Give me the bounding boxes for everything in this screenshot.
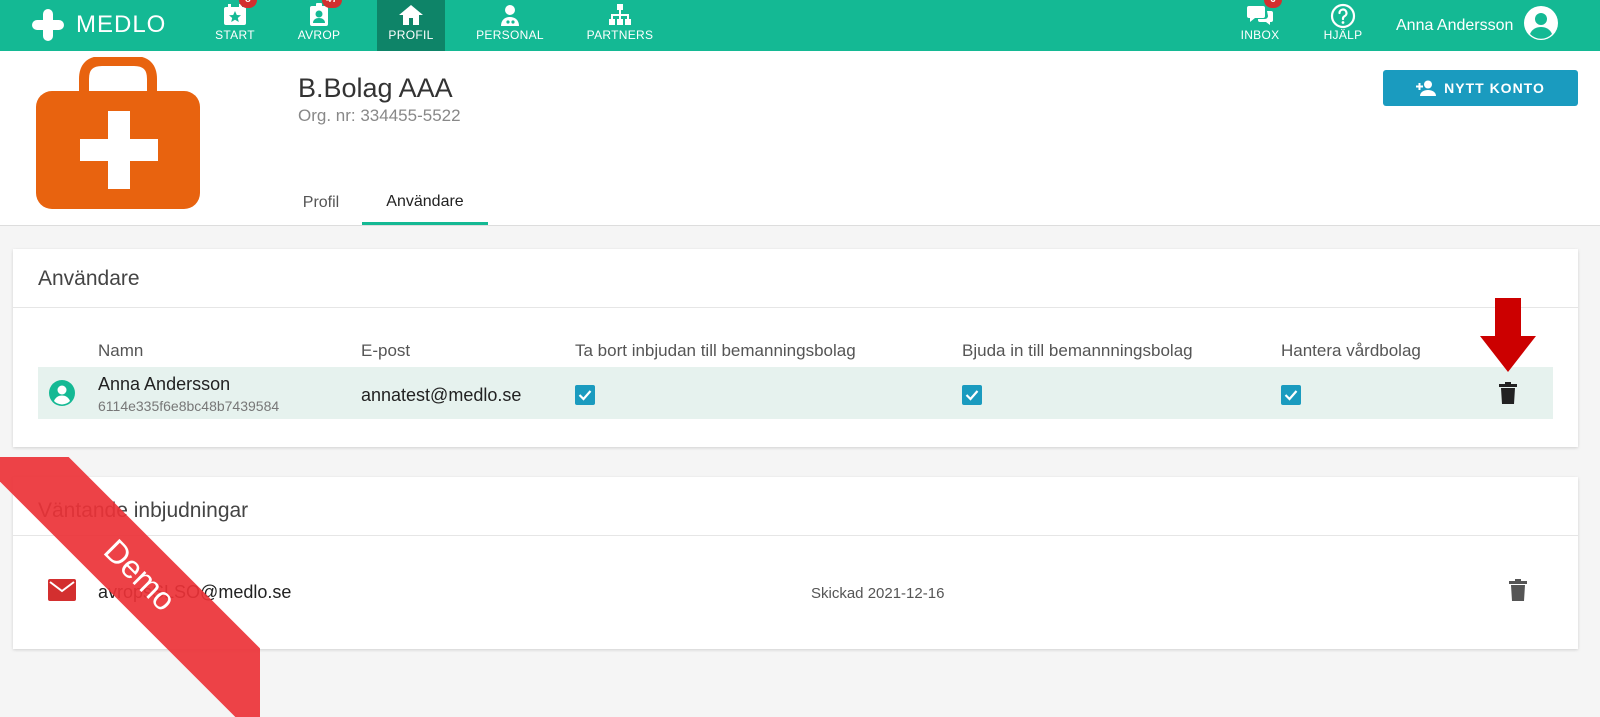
tab-anvandare[interactable]: Användare bbox=[362, 181, 488, 225]
mail-icon bbox=[48, 579, 76, 606]
top-navbar: MEDLO 8 START 47 AVROP PROFIL PERSONAL P… bbox=[0, 0, 1600, 51]
org-number: Org. nr: 334455-5522 bbox=[298, 106, 461, 125]
column-header-invite: Bjuda in till bemannningsbolag bbox=[962, 341, 1193, 360]
invites-card-title: Väntande inbjudningar bbox=[38, 499, 249, 522]
company-name: B.Bolag AAA bbox=[298, 73, 453, 103]
home-icon bbox=[377, 0, 445, 26]
profile-header: B.Bolag AAA Org. nr: 334455-5522 NYTT KO… bbox=[0, 51, 1600, 226]
nav-avrop-label: AVROP bbox=[297, 28, 341, 42]
doctor-icon bbox=[475, 0, 545, 26]
user-name: Anna Andersson bbox=[1396, 16, 1514, 34]
nav-partners-label: PARTNERS bbox=[586, 28, 654, 42]
delete-user-icon[interactable] bbox=[1499, 382, 1517, 409]
column-header-email: E-post bbox=[361, 341, 411, 360]
new-account-label: NYTT KONTO bbox=[1444, 80, 1545, 96]
new-account-button[interactable]: NYTT KONTO bbox=[1383, 70, 1578, 106]
users-card: Användare Namn E-post Ta bort inbjudan t… bbox=[13, 249, 1578, 447]
column-header-manage-care: Hantera vårdbolag bbox=[1281, 341, 1421, 360]
nav-profil-label: PROFIL bbox=[388, 28, 434, 42]
user-menu[interactable]: Anna Andersson bbox=[1396, 0, 1559, 51]
delete-invite-icon[interactable] bbox=[1509, 579, 1527, 606]
nav-avrop[interactable]: 47 AVROP bbox=[296, 0, 342, 51]
org-chart-icon bbox=[585, 0, 655, 26]
invite-sent-date: Skickad 2021-12-16 bbox=[811, 585, 945, 602]
user-avatar-icon bbox=[48, 379, 76, 412]
table-row[interactable]: Anna Andersson 6114e335f6e8bc48b7439584 … bbox=[38, 367, 1553, 419]
check-icon bbox=[578, 390, 592, 401]
nav-hjalp[interactable]: HJÄLP bbox=[1320, 0, 1366, 51]
manage-care-checkbox[interactable] bbox=[1281, 385, 1301, 405]
nav-inbox[interactable]: 6 INBOX bbox=[1238, 0, 1282, 51]
nav-personal-label: PERSONAL bbox=[476, 28, 544, 42]
invite-checkbox[interactable] bbox=[962, 385, 982, 405]
tab-profil[interactable]: Profil bbox=[290, 181, 352, 225]
medlo-cross-icon bbox=[32, 9, 64, 41]
remove-invite-checkbox[interactable] bbox=[575, 385, 595, 405]
invite-email: avropsSLSO@medlo.se bbox=[98, 582, 292, 602]
nav-partners[interactable]: PARTNERS bbox=[585, 0, 655, 51]
column-header-name: Namn bbox=[98, 341, 144, 360]
medical-kit-logo bbox=[36, 57, 200, 209]
nav-hjalp-label: HJÄLP bbox=[1323, 28, 1363, 42]
account-circle-icon bbox=[1523, 5, 1559, 46]
brand-name: MEDLO bbox=[76, 11, 167, 38]
users-card-title: Användare bbox=[38, 267, 140, 290]
nav-profil[interactable]: PROFIL bbox=[377, 0, 445, 51]
pending-invites-card: Väntande inbjudningar avropsSLSO@medlo.s… bbox=[13, 477, 1578, 649]
card-divider bbox=[13, 307, 1578, 308]
nav-inbox-label: INBOX bbox=[1240, 28, 1280, 42]
nav-personal[interactable]: PERSONAL bbox=[475, 0, 545, 51]
column-header-remove-invite: Ta bort inbjudan till bemanningsbolag bbox=[575, 341, 856, 360]
nav-start-label: START bbox=[215, 28, 255, 42]
help-circle-icon bbox=[1320, 0, 1366, 29]
card-divider bbox=[13, 535, 1578, 536]
user-email-cell: annatest@medlo.se bbox=[361, 385, 522, 405]
user-name-cell: Anna Andersson bbox=[98, 374, 231, 394]
add-person-icon bbox=[1416, 80, 1437, 96]
check-icon bbox=[965, 390, 979, 401]
nav-start[interactable]: 8 START bbox=[213, 0, 257, 51]
brand-logo[interactable]: MEDLO bbox=[30, 5, 166, 45]
red-down-arrow-annotation bbox=[1480, 298, 1536, 372]
check-icon bbox=[1284, 390, 1298, 401]
user-id-cell: 6114e335f6e8bc48b7439584 bbox=[98, 398, 280, 414]
